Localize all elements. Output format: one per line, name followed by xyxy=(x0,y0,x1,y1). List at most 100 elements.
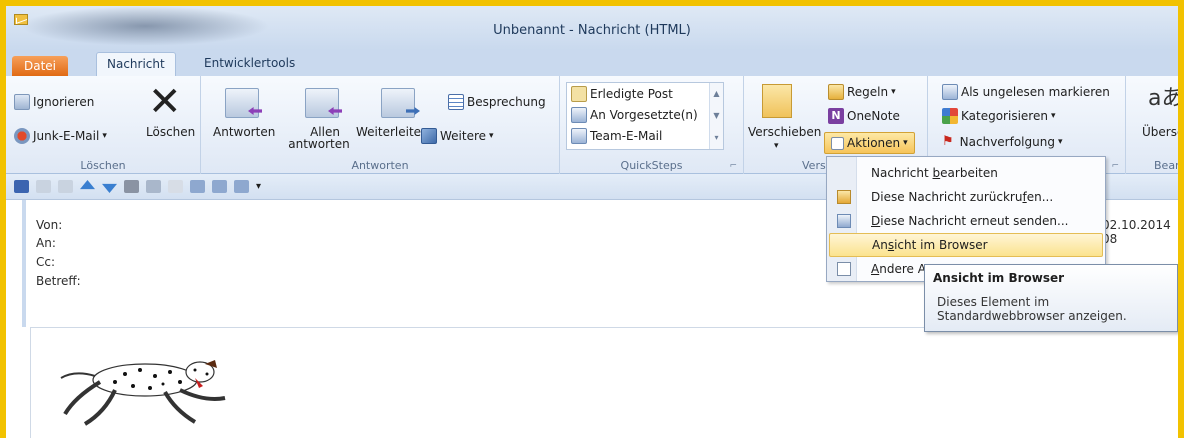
actions-icon xyxy=(831,136,844,150)
previous-item-icon[interactable] xyxy=(80,180,95,190)
print-icon[interactable] xyxy=(124,180,139,193)
menu-item-text: Nachricht bearbeiten xyxy=(871,166,998,180)
tab-datei[interactable]: Datei xyxy=(12,56,69,76)
quicksteps-scrollbar[interactable]: ▲ ▼ ▾ xyxy=(709,83,723,149)
kategorisieren-button[interactable]: Kategorisieren ▾ xyxy=(942,108,1055,124)
resend-icon xyxy=(837,214,851,228)
message-body[interactable] xyxy=(30,327,1178,438)
ignorieren-button[interactable]: Ignorieren xyxy=(14,94,94,110)
group-antworten: Antworten Allen antworten Weiterleiten B… xyxy=(201,76,560,174)
nachverfolgung-button[interactable]: ⚑ Nachverfolgung ▾ xyxy=(942,134,1062,149)
menu-item-ansicht-im-browser[interactable]: Ansicht im Browser xyxy=(829,233,1103,257)
reply-icon xyxy=(225,88,259,118)
spelling-icon[interactable] xyxy=(168,180,183,193)
regeln-dropdown-arrow: ▾ xyxy=(891,87,896,97)
group-loeschen: Ignorieren Junk-E-Mail ▾ ✕ Löschen Lösch… xyxy=(6,76,201,174)
flag-icon: ⚑ xyxy=(942,134,954,149)
ribbon-tabs: Datei Nachricht Entwicklertools xyxy=(6,50,1178,76)
quicksteps-gallery: Erledigte Post An Vorgesetzte(n) Team-E-… xyxy=(566,82,724,150)
calendar-icon xyxy=(448,94,464,110)
sent-date: 02.10.2014 08 xyxy=(1102,218,1171,246)
tooltip-body-line2: Standardwebbrowser anzeigen. xyxy=(937,309,1127,323)
cc-label: Cc: xyxy=(36,255,56,269)
reply-all-qat-icon[interactable] xyxy=(212,180,227,193)
nachverfolgung-label: Nachverfolgung xyxy=(959,134,1055,149)
tooltip-title: Ansicht im Browser xyxy=(933,271,1065,285)
als-ungelesen-markieren-button[interactable]: Als ungelesen markieren xyxy=(942,84,1110,100)
next-item-icon[interactable] xyxy=(102,183,117,193)
quickstep-an-vorgesetzte[interactable]: An Vorgesetzte(n) xyxy=(571,107,698,123)
weitere-label: Weitere xyxy=(440,129,487,143)
tab-entwicklertools[interactable]: Entwicklertools xyxy=(194,52,305,76)
dalmatian-image xyxy=(60,360,226,426)
delete-x-icon[interactable]: ✕ xyxy=(148,82,182,122)
onenote-label: OneNote xyxy=(847,109,900,123)
quickstep-erledigte-post[interactable]: Erledigte Post xyxy=(571,86,673,102)
to-label: An: xyxy=(36,236,56,250)
tab-nachricht[interactable]: Nachricht xyxy=(96,52,176,76)
categorize-icon xyxy=(942,108,958,124)
save-icon[interactable] xyxy=(14,180,29,193)
regeln-button[interactable]: Regeln ▾ xyxy=(828,84,896,100)
antworten-button[interactable]: Antworten xyxy=(213,126,275,139)
quickstep-label: Erledigte Post xyxy=(590,87,673,101)
ignore-icon xyxy=(14,94,30,110)
kategorisieren-dropdown-arrow: ▾ xyxy=(1050,111,1056,121)
quickstep-team-email[interactable]: Team-E-Mail xyxy=(571,128,662,144)
print-preview-icon[interactable] xyxy=(146,180,161,193)
move-folder-icon xyxy=(762,84,792,118)
quicksteps-launcher[interactable]: ⌐ xyxy=(729,161,737,171)
tooltip-body-line1: Dieses Element im xyxy=(937,295,1050,309)
besprechung-label: Besprechung xyxy=(467,95,546,109)
window-title: Unbenannt - Nachricht (HTML) xyxy=(493,23,691,38)
allen-antworten-line2: antworten xyxy=(288,137,350,151)
menu-item-text: Diese Nachricht zurückrufen... xyxy=(871,190,1054,204)
reply-all-icon xyxy=(305,88,339,118)
ungelesen-label: Als ungelesen markieren xyxy=(961,85,1110,99)
group-bearbeiten: aあ Überset Bear xyxy=(1126,76,1178,174)
loeschen-button[interactable]: Löschen xyxy=(146,126,195,139)
kategorien-launcher[interactable]: ⌐ xyxy=(1111,161,1119,171)
verschieben-dropdown-arrow: ▾ xyxy=(774,141,779,151)
weiterleiten-button[interactable]: Weiterleiten xyxy=(356,126,429,139)
from-label: Von: xyxy=(36,218,63,232)
recall-icon xyxy=(837,190,851,204)
menu-item-zurueckrufen[interactable]: Diese Nachricht zurückrufen... xyxy=(829,185,1103,209)
title-bar: Unbenannt - Nachricht (HTML) xyxy=(6,6,1178,50)
aktionen-label: Aktionen xyxy=(847,136,901,150)
besprechung-button[interactable]: Besprechung xyxy=(448,94,546,110)
rules-icon xyxy=(828,84,844,100)
forward-qat-icon[interactable] xyxy=(234,180,249,193)
junk-label: Junk-E-Mail xyxy=(33,129,100,143)
junk-email-button[interactable]: Junk-E-Mail ▾ xyxy=(14,128,107,144)
junk-dropdown-arrow: ▾ xyxy=(102,131,107,141)
weitere-button[interactable]: Weitere ▾ xyxy=(421,128,494,144)
ignorieren-label: Ignorieren xyxy=(33,95,95,109)
aktionen-button[interactable]: Aktionen ▾ xyxy=(824,132,915,154)
weitere-dropdown-arrow: ▾ xyxy=(489,131,494,141)
outlook-message-window: Unbenannt - Nachricht (HTML) Datei Nachr… xyxy=(0,0,1184,438)
redo-icon[interactable] xyxy=(58,180,73,193)
menu-item-erneut-senden[interactable]: Diese Nachricht erneut senden... xyxy=(829,209,1103,233)
team-email-icon xyxy=(571,128,587,144)
onenote-icon: N xyxy=(828,108,844,124)
forward-to-manager-icon xyxy=(571,107,587,123)
more-respond-icon xyxy=(421,128,437,144)
other-actions-icon xyxy=(837,262,851,276)
customize-qat-icon[interactable]: ▾ xyxy=(256,180,264,193)
tooltip-body: Dieses Element im Standardwebbrowser anz… xyxy=(933,295,1169,323)
quickstep-label: An Vorgesetzte(n) xyxy=(590,108,698,122)
menu-item-text: Ansicht im Browser xyxy=(872,238,988,252)
done-folder-icon xyxy=(571,86,587,102)
reply-qat-icon[interactable] xyxy=(190,180,205,193)
group-label-loeschen: Löschen xyxy=(80,159,126,172)
forward-icon xyxy=(381,88,415,118)
quickstep-label: Team-E-Mail xyxy=(590,129,663,143)
menu-item-nachricht-bearbeiten[interactable]: Nachricht bearbeiten xyxy=(829,161,1103,185)
verschieben-button[interactable]: Verschieben xyxy=(748,126,821,139)
subject-label: Betreff: xyxy=(36,274,81,288)
group-label-antworten: Antworten xyxy=(351,159,409,172)
undo-icon[interactable] xyxy=(36,180,51,193)
uebersetzen-button[interactable]: Überset xyxy=(1142,126,1178,139)
onenote-button[interactable]: N OneNote xyxy=(828,108,900,124)
